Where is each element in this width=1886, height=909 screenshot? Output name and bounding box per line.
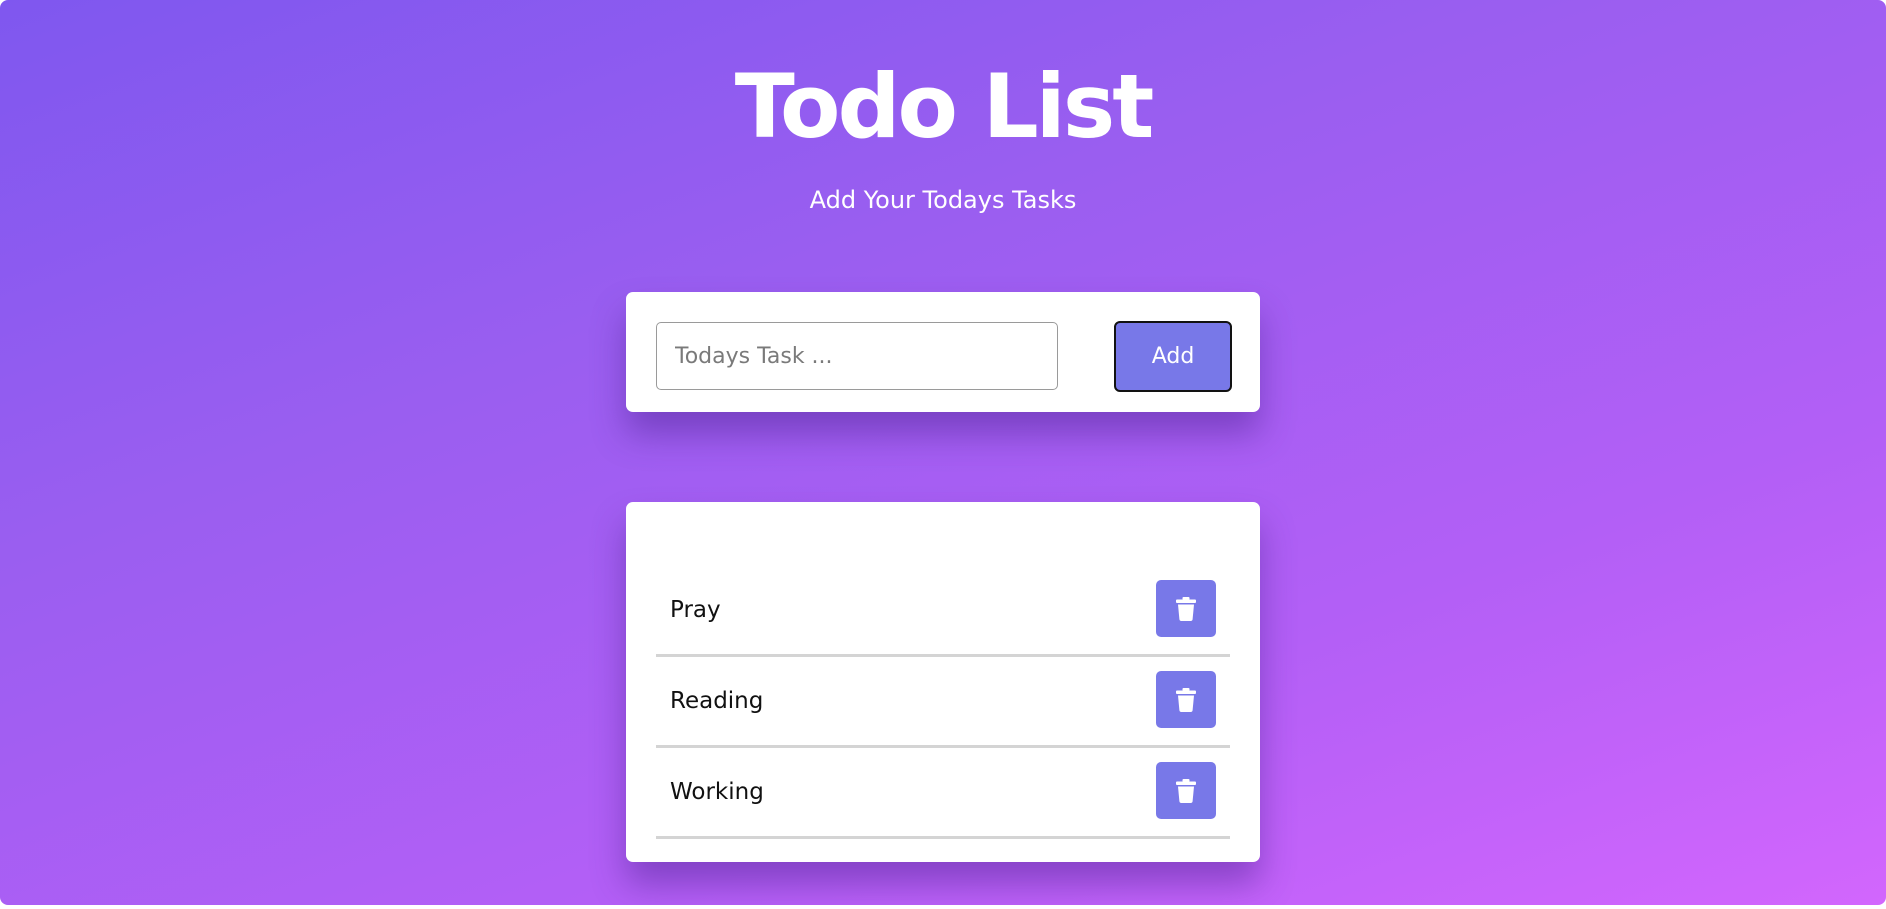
- task-item: Working: [656, 748, 1230, 839]
- page-title: Todo List: [734, 55, 1155, 158]
- task-item: Reading: [656, 657, 1230, 748]
- delete-task-button[interactable]: [1156, 762, 1216, 819]
- app-background: Todo List Add Your Todays Tasks Add Pray…: [0, 0, 1886, 905]
- add-task-card: Add: [626, 292, 1260, 412]
- page-subtitle: Add Your Todays Tasks: [809, 186, 1077, 214]
- task-input[interactable]: [656, 322, 1058, 390]
- add-button[interactable]: Add: [1114, 321, 1232, 392]
- task-label: Working: [670, 779, 764, 805]
- trash-icon: [1176, 596, 1196, 621]
- trash-icon: [1176, 778, 1196, 803]
- delete-task-button[interactable]: [1156, 580, 1216, 637]
- task-label: Reading: [670, 688, 764, 714]
- task-label: Pray: [670, 597, 721, 623]
- trash-icon: [1176, 687, 1196, 712]
- task-item: Pray: [656, 566, 1230, 657]
- task-list-card: Pray Reading Working: [626, 502, 1260, 862]
- task-list: Pray Reading Working: [656, 566, 1230, 839]
- delete-task-button[interactable]: [1156, 671, 1216, 728]
